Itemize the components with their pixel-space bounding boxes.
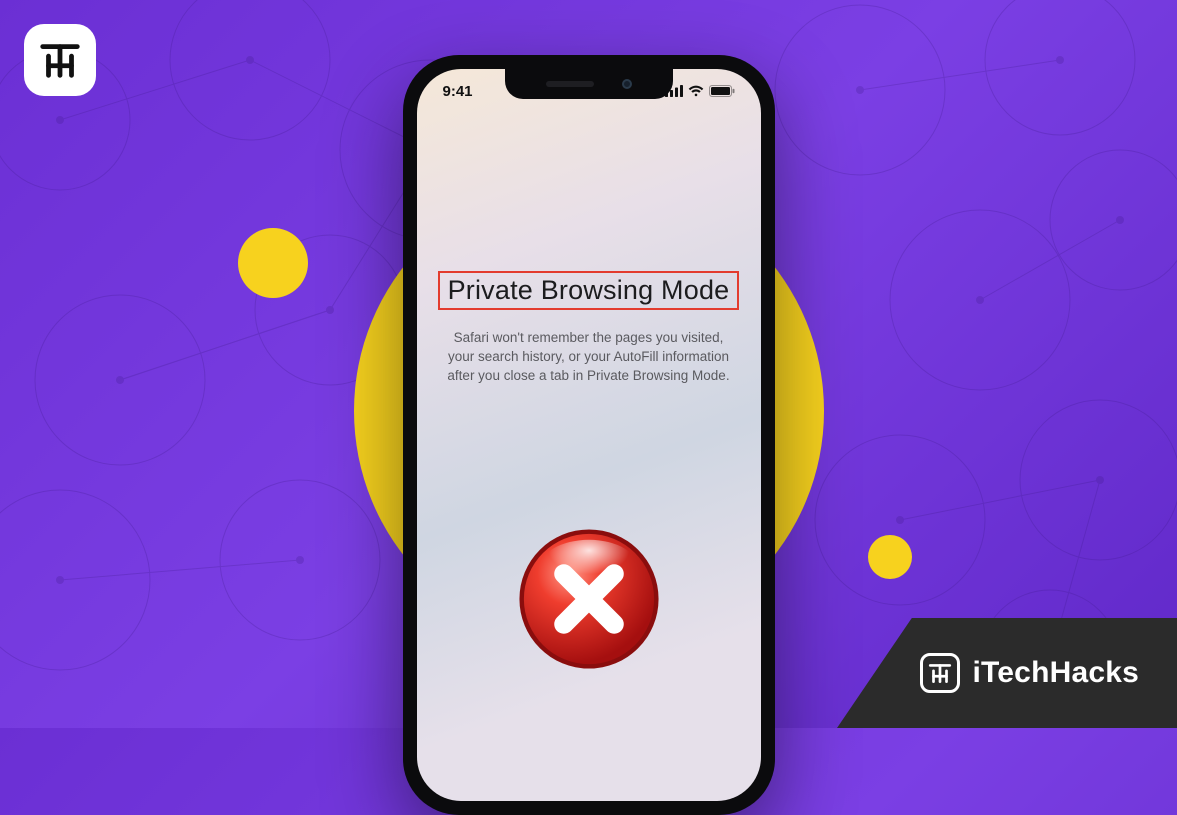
itechhacks-mini-logo-icon	[920, 653, 960, 693]
brand-corner: iTechHacks	[837, 618, 1177, 728]
iphone-notch	[505, 69, 673, 99]
error-cross-icon	[515, 525, 663, 673]
private-browsing-title: Private Browsing Mode	[438, 271, 740, 310]
battery-icon	[709, 85, 735, 97]
iphone-mockup: 9:41	[403, 55, 775, 815]
decorative-circle-small	[238, 228, 308, 298]
private-browsing-description: Safari won't remember the pages you visi…	[431, 328, 747, 385]
brand-name: iTechHacks	[972, 656, 1139, 690]
status-time: 9:41	[443, 83, 473, 100]
itechhacks-logo-icon	[24, 24, 96, 96]
decorative-circle-small	[868, 535, 912, 579]
wifi-icon	[688, 85, 704, 97]
iphone-screen: 9:41	[417, 69, 761, 801]
